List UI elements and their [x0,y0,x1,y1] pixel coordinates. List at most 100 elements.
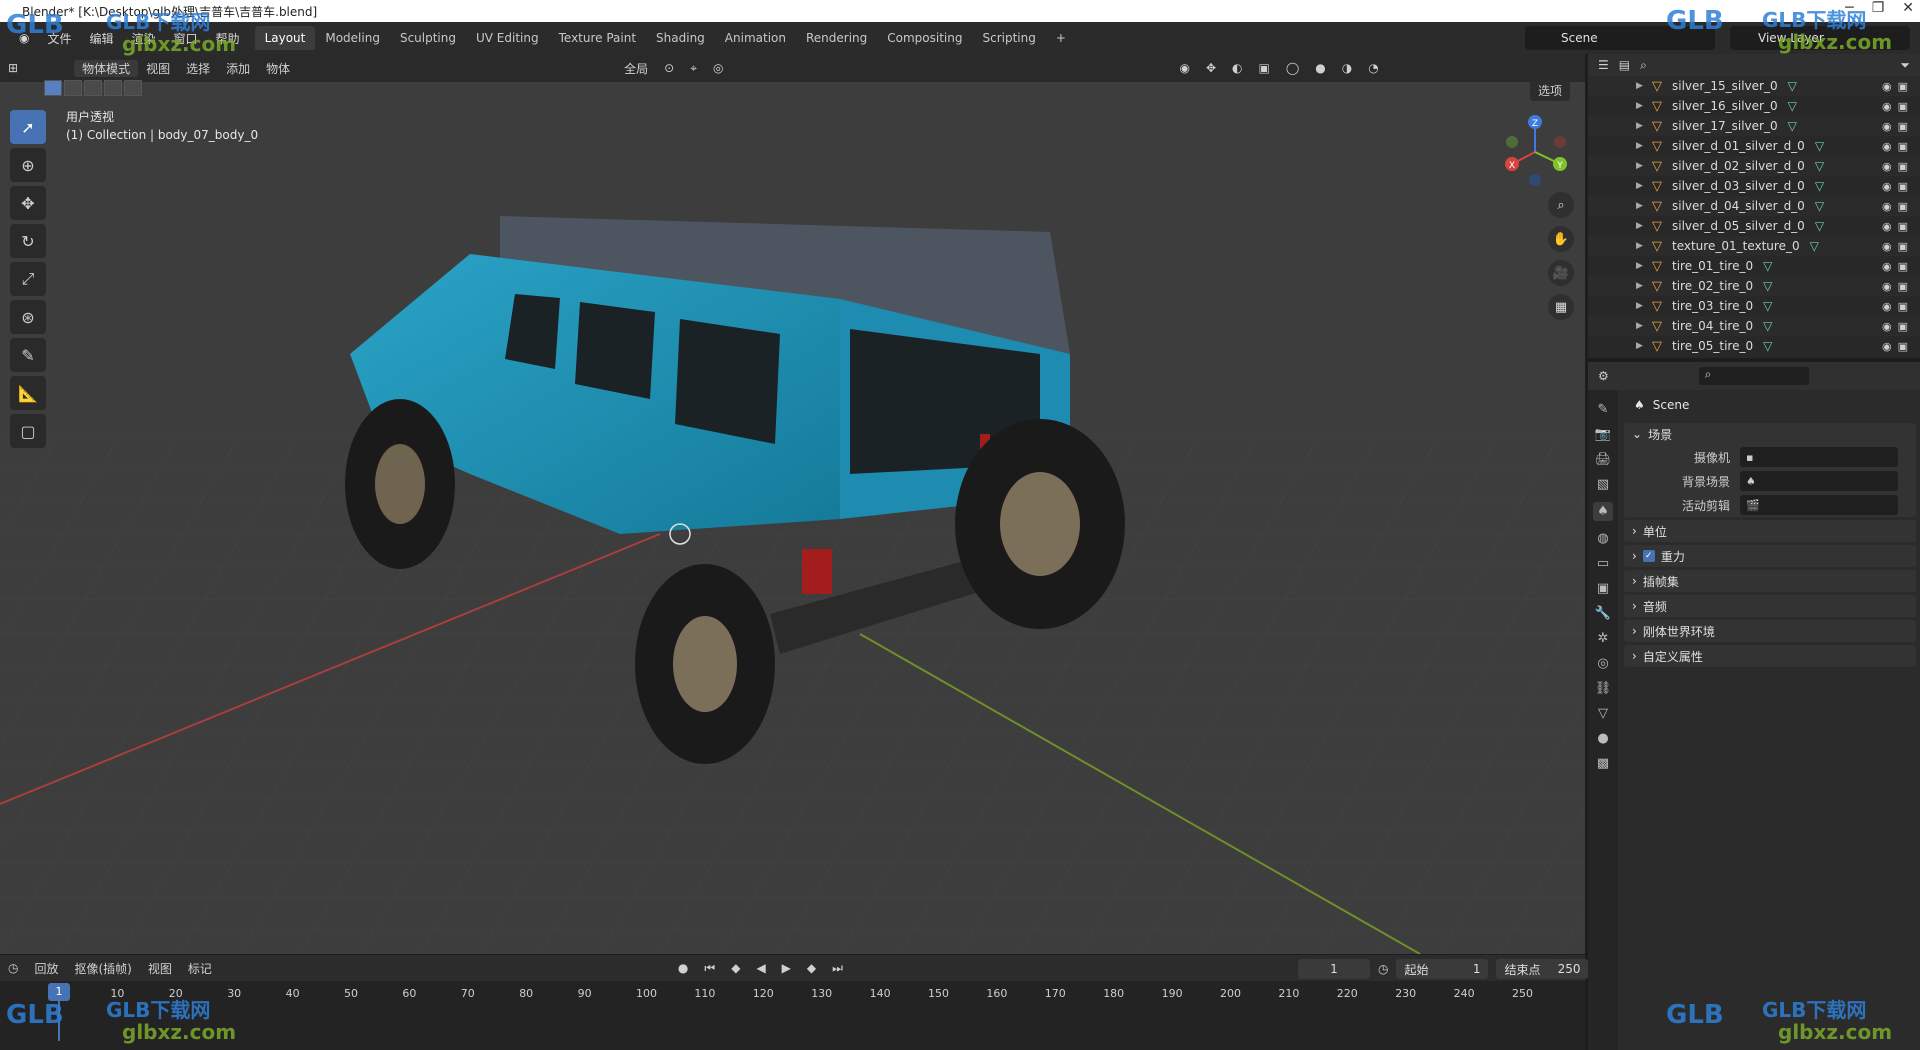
navigation-gizmo[interactable]: Z X Y [1500,112,1570,192]
select-subtract-icon[interactable] [84,80,102,96]
editor-type-icon[interactable]: ⊞ [0,61,26,75]
mesh-data-icon[interactable]: ▽ [1815,179,1824,193]
visibility-icons[interactable]: ◉▣ [1882,120,1914,133]
play-icon[interactable]: ▶ [774,961,799,975]
keying-sets-panel[interactable]: › 插帧集 [1624,570,1916,592]
custom-properties-panel[interactable]: › 自定义属性 [1624,645,1916,667]
expand-triangle-icon[interactable]: ▶ [1636,101,1643,111]
stopwatch-icon[interactable]: ◷ [1378,962,1388,976]
expand-triangle-icon[interactable]: ▶ [1636,201,1643,211]
visibility-icon[interactable]: ◉ [1171,61,1197,75]
timeline-editor-icon[interactable]: ◷ [0,961,26,975]
texture-tab-icon[interactable]: ▩ [1597,756,1609,771]
maximize-button[interactable]: ❐ [1872,0,1885,16]
output-tab-icon[interactable]: 🖨 [1595,452,1612,467]
select-box-tool-icon[interactable]: ➚ [10,110,46,144]
expand-triangle-icon[interactable]: ▶ [1636,221,1643,231]
visibility-icons[interactable]: ◉▣ [1882,320,1914,333]
select-new-icon[interactable] [44,80,62,96]
object-mode-dropdown[interactable]: 物体模式 [74,59,139,77]
tab-uv-editing[interactable]: UV Editing [466,26,549,50]
shading-rendered-icon[interactable]: ◔ [1360,61,1386,75]
rotate-tool-icon[interactable]: ↻ [10,224,46,258]
collection-tab-icon[interactable]: ▭ [1597,556,1609,571]
transform-orientation-dropdown[interactable]: 全局 [616,60,656,77]
mesh-data-icon[interactable]: ▽ [1763,299,1772,313]
outliner-row[interactable]: ▶ ▽ silver_d_05_silver_d_0 ▽ ◉▣ [1588,216,1920,236]
gravity-checkbox[interactable]: ✓ [1642,550,1655,562]
tab-animation[interactable]: Animation [715,26,796,50]
mesh-data-icon[interactable]: ▽ [1788,99,1797,113]
mesh-data-icon[interactable]: ▽ [1763,319,1772,333]
properties-editor-icon[interactable]: ⚙ [1598,369,1609,383]
view-layer-tab-icon[interactable]: ▧ [1597,477,1609,492]
outliner-search-icon[interactable]: ⌕ [1640,58,1647,73]
properties-search-input[interactable]: ⌕ [1698,367,1809,385]
select-intersect-icon[interactable] [124,80,142,96]
outliner-row[interactable]: ▶ ▽ silver_17_silver_0 ▽ ◉▣ [1588,116,1920,136]
shading-wireframe-icon[interactable]: ◯ [1278,61,1307,75]
expand-triangle-icon[interactable]: ▶ [1636,81,1643,91]
menu-add[interactable]: 添加 [218,60,258,77]
menu-playback[interactable]: 回放 [26,960,66,977]
visibility-icons[interactable]: ◉▣ [1882,200,1914,213]
units-panel[interactable]: › 单位 [1624,520,1916,542]
start-frame-field[interactable]: 起始 1 [1396,959,1489,979]
filter-icon[interactable]: ⏷ [1900,58,1920,73]
object-tab-icon[interactable]: ▣ [1597,581,1609,596]
visibility-icons[interactable]: ◉▣ [1882,80,1914,93]
move-tool-icon[interactable]: ✥ [10,186,46,220]
expand-triangle-icon[interactable]: ▶ [1636,181,1643,191]
menu-object[interactable]: 物体 [258,60,298,77]
visibility-icons[interactable]: ◉▣ [1882,340,1914,353]
rigid-body-world-panel[interactable]: › 刚体世界环境 [1624,620,1916,642]
tab-rendering[interactable]: Rendering [796,26,877,50]
camera-field[interactable]: ▪ [1740,447,1898,467]
xray-icon[interactable]: ▣ [1251,61,1278,75]
outliner-editor-icon[interactable]: ☰ [1598,58,1609,72]
mesh-data-icon[interactable]: ▽ [1788,119,1797,133]
outliner-row[interactable]: ▶ ▽ tire_03_tire_0 ▽ ◉▣ [1588,296,1920,316]
world-tab-icon[interactable]: ◍ [1597,531,1608,546]
modifier-tab-icon[interactable]: 🔧 [1595,606,1611,621]
overlay-toggle-icon[interactable]: ◐ [1224,61,1250,75]
mesh-data-icon[interactable]: ▽ [1763,259,1772,273]
mesh-data-icon[interactable]: ▽ [1763,339,1772,353]
expand-triangle-icon[interactable]: ▶ [1636,241,1643,251]
outliner-row[interactable]: ▶ ▽ silver_d_02_silver_d_0 ▽ ◉▣ [1588,156,1920,176]
menu-marker[interactable]: 标记 [180,960,220,977]
shading-material-icon[interactable]: ◑ [1334,61,1360,75]
scale-tool-icon[interactable]: ⤢ [10,262,46,296]
visibility-icons[interactable]: ◉▣ [1882,260,1914,273]
jump-start-icon[interactable]: ⏮ [696,961,723,976]
select-extend-icon[interactable] [64,80,82,96]
outliner-row[interactable]: ▶ ▽ silver_d_01_silver_d_0 ▽ ◉▣ [1588,136,1920,156]
mesh-data-icon[interactable]: ▽ [1810,239,1819,253]
perspective-grid-icon[interactable]: ▦ [1548,294,1574,320]
expand-triangle-icon[interactable]: ▶ [1636,161,1643,171]
zoom-icon[interactable]: ⌕ [1548,192,1574,218]
pivot-icon[interactable]: ⊙ [656,61,682,75]
camera-view-icon[interactable]: 🎥 [1548,260,1574,286]
shading-solid-icon[interactable]: ● [1307,61,1333,75]
visibility-icons[interactable]: ◉▣ [1882,240,1914,253]
timeline-ruler[interactable]: 1102030405060708090100110120130140150160… [0,985,1585,1005]
expand-triangle-icon[interactable]: ▶ [1636,321,1643,331]
tab-scripting[interactable]: Scripting [972,26,1045,50]
outliner-row[interactable]: ▶ ▽ tire_04_tire_0 ▽ ◉▣ [1588,316,1920,336]
gravity-panel[interactable]: › ✓ 重力 [1624,545,1916,567]
outliner-row[interactable]: ▶ ▽ silver_16_silver_0 ▽ ◉▣ [1588,96,1920,116]
measure-tool-icon[interactable]: 📐 [10,376,46,410]
visibility-icons[interactable]: ◉▣ [1882,140,1914,153]
display-mode-icon[interactable]: ▤ [1619,58,1630,72]
next-keyframe-icon[interactable]: ◆ [799,961,824,975]
mesh-data-icon[interactable]: ▽ [1815,139,1824,153]
outliner-row[interactable]: ▶ ▽ tire_05_tire_0 ▽ ◉▣ [1588,336,1920,356]
constraints-tab-icon[interactable]: ⛓ [1595,681,1612,696]
active-clip-field[interactable]: 🎬 [1740,495,1898,515]
menu-select[interactable]: 选择 [178,60,218,77]
expand-triangle-icon[interactable]: ▶ [1636,121,1643,131]
expand-triangle-icon[interactable]: ▶ [1636,281,1643,291]
play-reverse-icon[interactable]: ◀ [748,961,773,975]
tab-layout[interactable]: Layout [254,26,316,50]
